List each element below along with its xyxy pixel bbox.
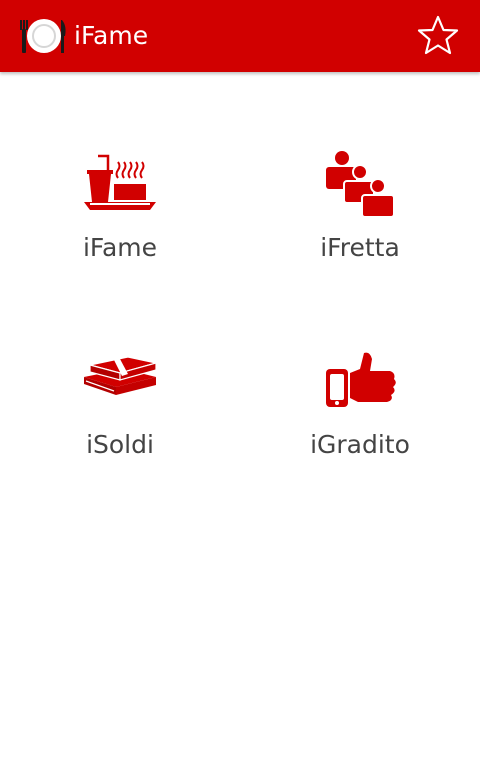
money-stack-icon <box>80 347 160 427</box>
menu-item-label: iFretta <box>320 233 400 262</box>
menu-item-ifame[interactable]: iFame <box>0 150 240 300</box>
favorite-button[interactable] <box>412 12 464 62</box>
menu-item-label: iFame <box>82 233 158 262</box>
menu-item-ifretta[interactable]: iFretta <box>240 150 480 300</box>
app-title: iFame <box>74 21 149 50</box>
app-bar: iFame <box>0 0 480 72</box>
food-tray-icon <box>80 150 160 230</box>
menu-item-label: iGradito <box>310 430 410 459</box>
star-outline-icon <box>417 15 459 59</box>
people-group-icon <box>320 150 400 230</box>
thumbs-up-phone-icon <box>320 347 400 427</box>
menu-item-igradito[interactable]: iGradito <box>240 347 480 497</box>
plate-fork-knife-icon[interactable] <box>18 16 68 56</box>
menu-item-isoldi[interactable]: iSoldi <box>0 347 240 497</box>
menu-item-label: iSoldi <box>86 430 154 459</box>
